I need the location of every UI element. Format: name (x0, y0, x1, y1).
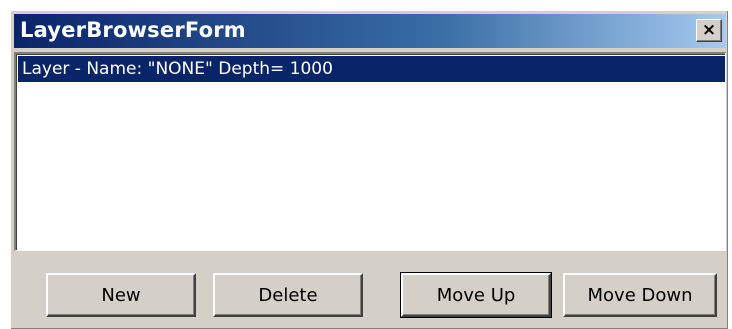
title-bar[interactable]: LayerBrowserForm × (14, 14, 726, 48)
window-title: LayerBrowserForm (20, 18, 246, 42)
move-down-button[interactable]: Move Down (563, 273, 717, 317)
delete-button[interactable]: Delete (213, 273, 363, 317)
layer-browser-window: LayerBrowserForm × Layer - Name: "NONE" … (10, 10, 728, 329)
layer-list[interactable]: Layer - Name: "NONE" Depth= 1000 (14, 52, 726, 251)
list-item[interactable]: Layer - Name: "NONE" Depth= 1000 (18, 56, 725, 82)
close-icon: × (701, 20, 717, 40)
move-up-button[interactable]: Move Up (400, 272, 552, 318)
new-button[interactable]: New (46, 273, 196, 317)
close-button[interactable]: × (696, 19, 722, 42)
